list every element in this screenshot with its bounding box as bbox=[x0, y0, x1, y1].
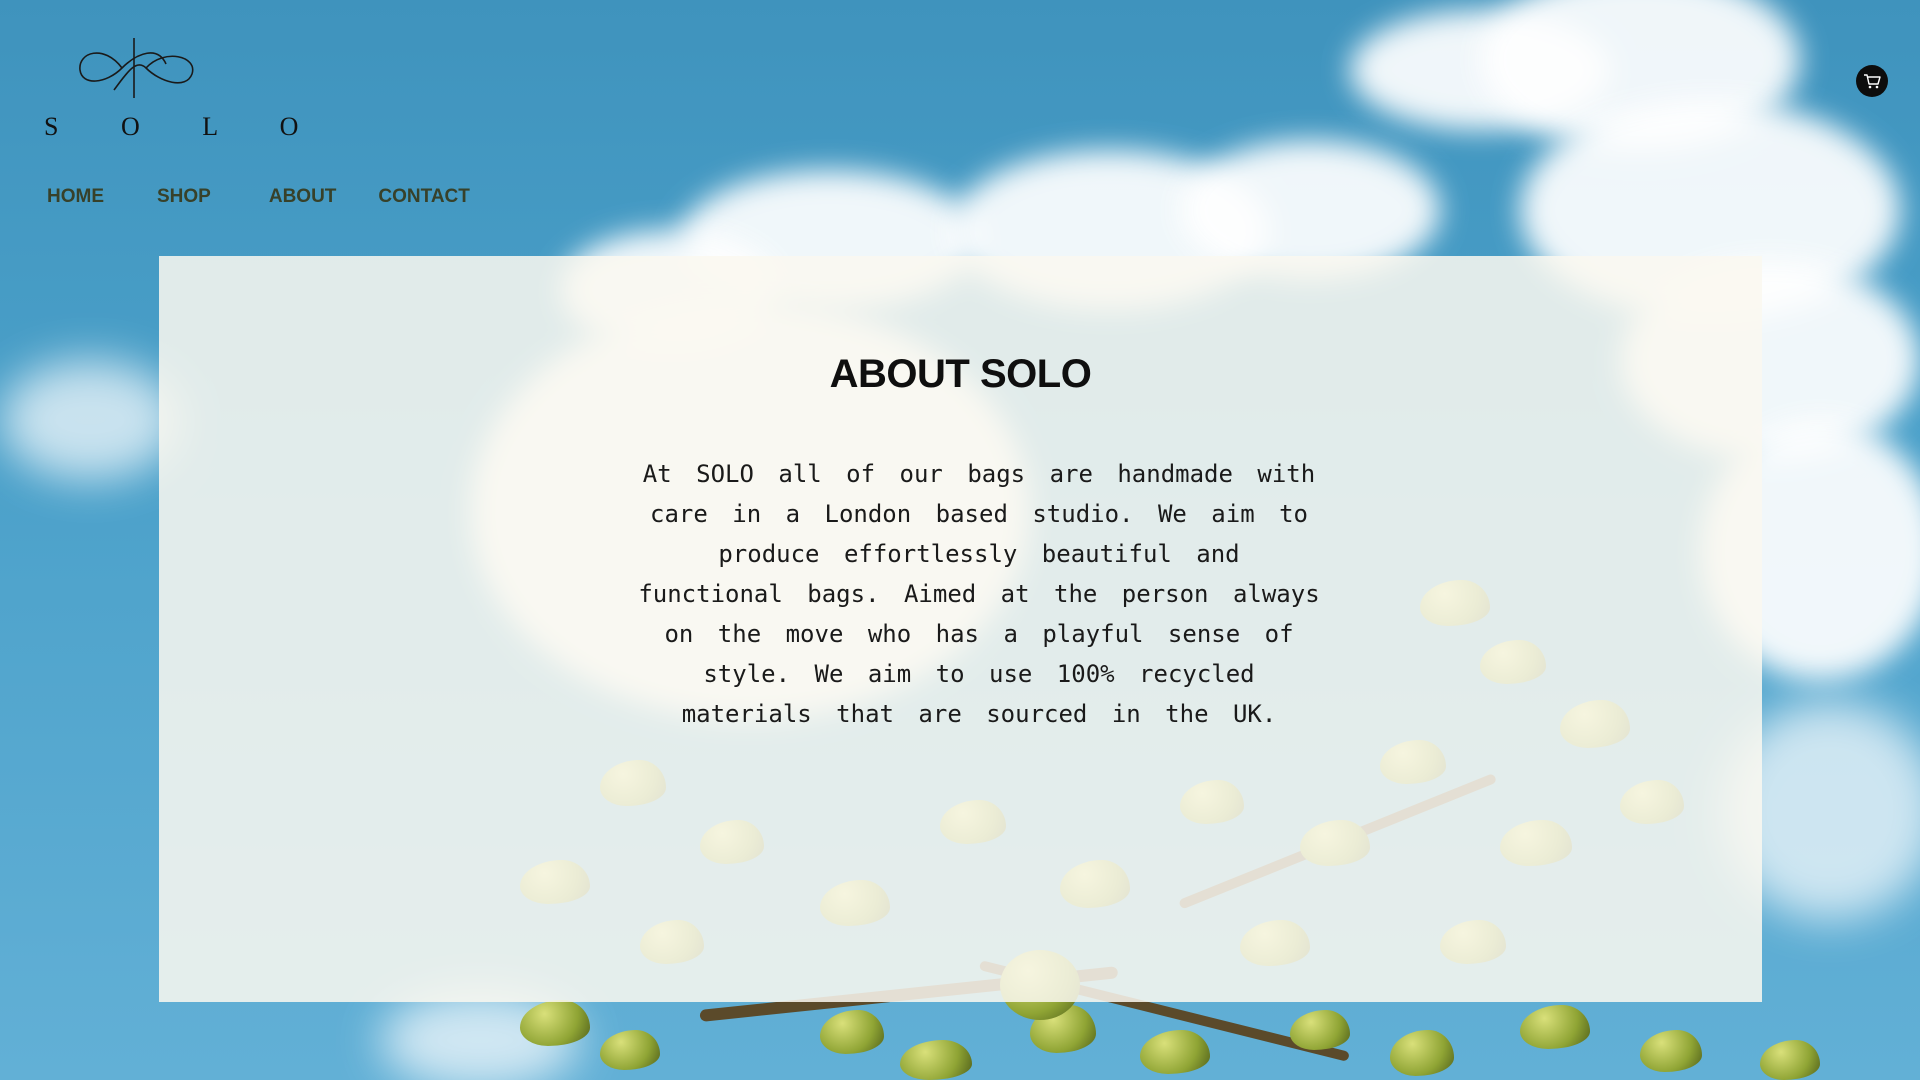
nav-item-home[interactable]: HOME bbox=[47, 186, 104, 208]
cart-icon bbox=[1864, 74, 1881, 89]
nav-item-shop[interactable]: SHOP bbox=[157, 186, 211, 208]
nav-item-contact[interactable]: CONTACT bbox=[378, 186, 469, 208]
about-description: At SOLO all of our bags are handmade wit… bbox=[638, 460, 1320, 728]
cart-button[interactable] bbox=[1856, 65, 1888, 97]
about-panel: ABOUT SOLO At SOLO all of our bags are h… bbox=[159, 256, 1762, 1002]
page-title: ABOUT SOLO bbox=[829, 352, 1092, 396]
main-nav: HOME SHOP ABOUT CONTACT bbox=[47, 186, 470, 208]
logo-mark-icon bbox=[79, 38, 194, 98]
nav-item-about[interactable]: ABOUT bbox=[269, 186, 337, 208]
logo[interactable]: S O L O bbox=[44, 34, 298, 144]
brand-wordmark: S O L O bbox=[44, 112, 327, 141]
